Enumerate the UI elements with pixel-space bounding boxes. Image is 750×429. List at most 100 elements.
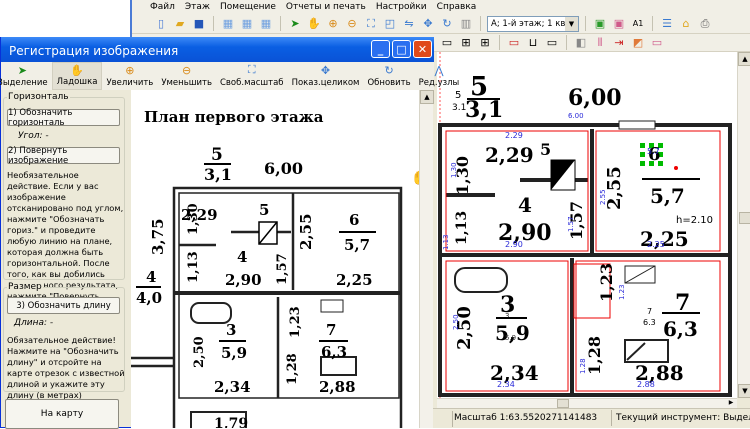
rotate-icon[interactable]: ⇋	[401, 16, 417, 32]
vertical-scrollbar[interactable]: ▲ ▼	[737, 52, 750, 398]
floor-select[interactable]: А; 1-й этаж; 1 кв ▼	[487, 15, 579, 32]
mark-length-button[interactable]: 3) Обозначить длину	[7, 297, 120, 314]
tool-free-zoom[interactable]: ⛶ Своб.масштаб	[216, 62, 288, 90]
select-arrow-icon[interactable]: ➤	[287, 16, 303, 32]
menu-room[interactable]: Помещение	[220, 2, 276, 12]
add-room-icon[interactable]: ▣	[592, 16, 608, 32]
tool-hand[interactable]: ✋ Ладошка	[51, 62, 103, 90]
new-file-icon[interactable]: ▯	[153, 16, 169, 32]
tool-zoom-out[interactable]: ⊖ Уменьшить	[157, 62, 216, 90]
dialog-vertical-scrollbar[interactable]: ▲	[419, 90, 434, 428]
tool-zoom-in[interactable]: ⊕ Увеличить	[102, 62, 157, 90]
plan-label: 6.3	[643, 318, 656, 327]
zoom-out-icon[interactable]: ⊖	[344, 16, 360, 32]
maximize-button[interactable]: □	[392, 40, 411, 58]
rotate-image-button[interactable]: 2) Повернуть изображение	[7, 146, 120, 166]
minimize-button[interactable]: _	[371, 40, 390, 58]
menu-file[interactable]: Файл	[150, 2, 175, 12]
scroll-up-button[interactable]: ▲	[738, 52, 750, 66]
tool-label: Ладошка	[56, 77, 98, 87]
plan-label: 5	[455, 90, 461, 101]
horizontal-scrollbar[interactable]: ▶	[437, 398, 737, 408]
list-icon[interactable]: ☰	[659, 16, 675, 32]
tool-refresh[interactable]: ↻ Обновить	[363, 62, 414, 90]
open-folder-icon[interactable]: ▰	[172, 16, 188, 32]
scroll-down-button[interactable]: ▼	[738, 384, 750, 398]
house-icon[interactable]: ⌂	[678, 16, 694, 32]
tool-label: Выделение	[0, 78, 48, 88]
delete-plan-icon[interactable]: ▦	[258, 16, 274, 32]
select-arrow-icon: ➤	[17, 63, 27, 77]
plan-label: 2.25	[647, 240, 665, 249]
scroll-up-button[interactable]: ▲	[420, 90, 434, 104]
plan-label: 2.88	[637, 380, 655, 389]
menu-reports[interactable]: Отчеты и печать	[286, 2, 366, 12]
refresh-icon[interactable]: ↻	[439, 16, 455, 32]
tool-fit[interactable]: ✥ Показ.целиком	[288, 62, 364, 90]
menu-help[interactable]: Справка	[437, 2, 477, 12]
edit-room-icon[interactable]: ◩	[630, 35, 646, 51]
grid2-icon[interactable]: ⊞	[477, 35, 493, 51]
menu-settings[interactable]: Настройки	[376, 2, 427, 12]
print-icon[interactable]: ⎙	[697, 16, 713, 32]
plan-label: 1,28	[585, 336, 604, 375]
tool-edit-nodes[interactable]: ⋀ Ред.узлы	[415, 62, 464, 90]
plan-label: 2.29	[505, 131, 523, 140]
plan-label: 1.30	[450, 162, 458, 178]
plan-label: 1,28	[285, 353, 300, 385]
to-map-button[interactable]: На карту	[5, 399, 119, 429]
plan-label: 3,1	[465, 97, 503, 123]
chevron-down-icon[interactable]: ▼	[565, 16, 578, 31]
hand-icon[interactable]: ✋	[306, 16, 322, 32]
free-zoom-icon[interactable]: ⛶	[363, 16, 379, 32]
wall-icon[interactable]: ▭	[506, 35, 522, 51]
close-button[interactable]: ✕	[413, 40, 432, 58]
floor-select-value: А; 1-й этаж; 1 кв	[491, 18, 566, 29]
free-zoom-icon: ⛶	[247, 63, 256, 76]
plan-label: 4	[518, 193, 532, 217]
scroll-thumb[interactable]	[739, 212, 750, 224]
new-plan-icon[interactable]: ▦	[220, 16, 236, 32]
plan-label: 5.7	[647, 147, 660, 156]
plan-canvas[interactable]: 5 3,1 5 3.1 6,00 6.00 2,29 2.29 5 4 2,90…	[437, 52, 737, 398]
plan-label: 5	[211, 145, 223, 165]
split-icon[interactable]: ⫴	[592, 35, 608, 51]
table-icon[interactable]: ▥	[458, 16, 474, 32]
label-icon[interactable]: A1	[630, 16, 646, 32]
plan-label: 5,7	[650, 184, 685, 208]
window-icon[interactable]: ▭	[544, 35, 560, 51]
join-icon[interactable]: ⇥	[611, 35, 627, 51]
erase-icon[interactable]: ▭	[649, 35, 665, 51]
merge-icon[interactable]: ◧	[573, 35, 589, 51]
main-toolbar: ▯ ▰ ■ ▦ ▦ ▦ ➤ ✋ ⊕ ⊖ ⛶ ◰ ⇋ ✥ ↻ ▥ А; 1-й э…	[132, 14, 750, 34]
tool-label: Показ.целиком	[291, 78, 360, 88]
save-icon[interactable]: ■	[191, 16, 207, 32]
plan-label: h=2.10	[676, 215, 713, 226]
zoom-in-icon[interactable]: ⊕	[325, 16, 341, 32]
tool-select[interactable]: ➤ Выделение	[0, 62, 52, 90]
plan-label: 3,75	[149, 218, 167, 255]
plan-label: 2.90	[505, 240, 523, 249]
open-plan-icon[interactable]: ▦	[239, 16, 255, 32]
plan-label: 1.28	[579, 358, 587, 374]
grid-icon[interactable]: ⊞	[458, 35, 474, 51]
plan-label: 4	[146, 268, 156, 286]
zoom-in-icon: ⊕	[125, 63, 135, 77]
opening-icon[interactable]: ⊔	[525, 35, 541, 51]
horizontal-group: Горизонталь 1) Обозначить горизонталь Уг…	[3, 92, 125, 312]
fit-icon[interactable]: ✥	[420, 16, 436, 32]
scale-readout: Масштаб 1:63.5520271141483	[452, 410, 612, 426]
plan-label: 5,9	[221, 344, 247, 362]
scroll-right-button[interactable]: ▶	[725, 399, 737, 408]
mark-horizontal-button[interactable]: 1) Обозначить горизонталь	[7, 108, 120, 128]
image-preview[interactable]: План первого этажа 5 3,1 6,00 ✋ 2,29 5 4…	[131, 90, 419, 428]
ruler-icon[interactable]: ▭	[439, 35, 455, 51]
menu-floor[interactable]: Этаж	[185, 2, 210, 12]
plan-label: 7	[647, 307, 652, 316]
plan-label: 3	[226, 321, 236, 339]
add-point-icon[interactable]: ▣	[611, 16, 627, 32]
plan-label: 6.00	[568, 112, 584, 120]
zoom-out-icon: ⊖	[182, 63, 192, 77]
zoom-region-icon[interactable]: ◰	[382, 16, 398, 32]
hscroll-thumb[interactable]	[557, 399, 569, 408]
